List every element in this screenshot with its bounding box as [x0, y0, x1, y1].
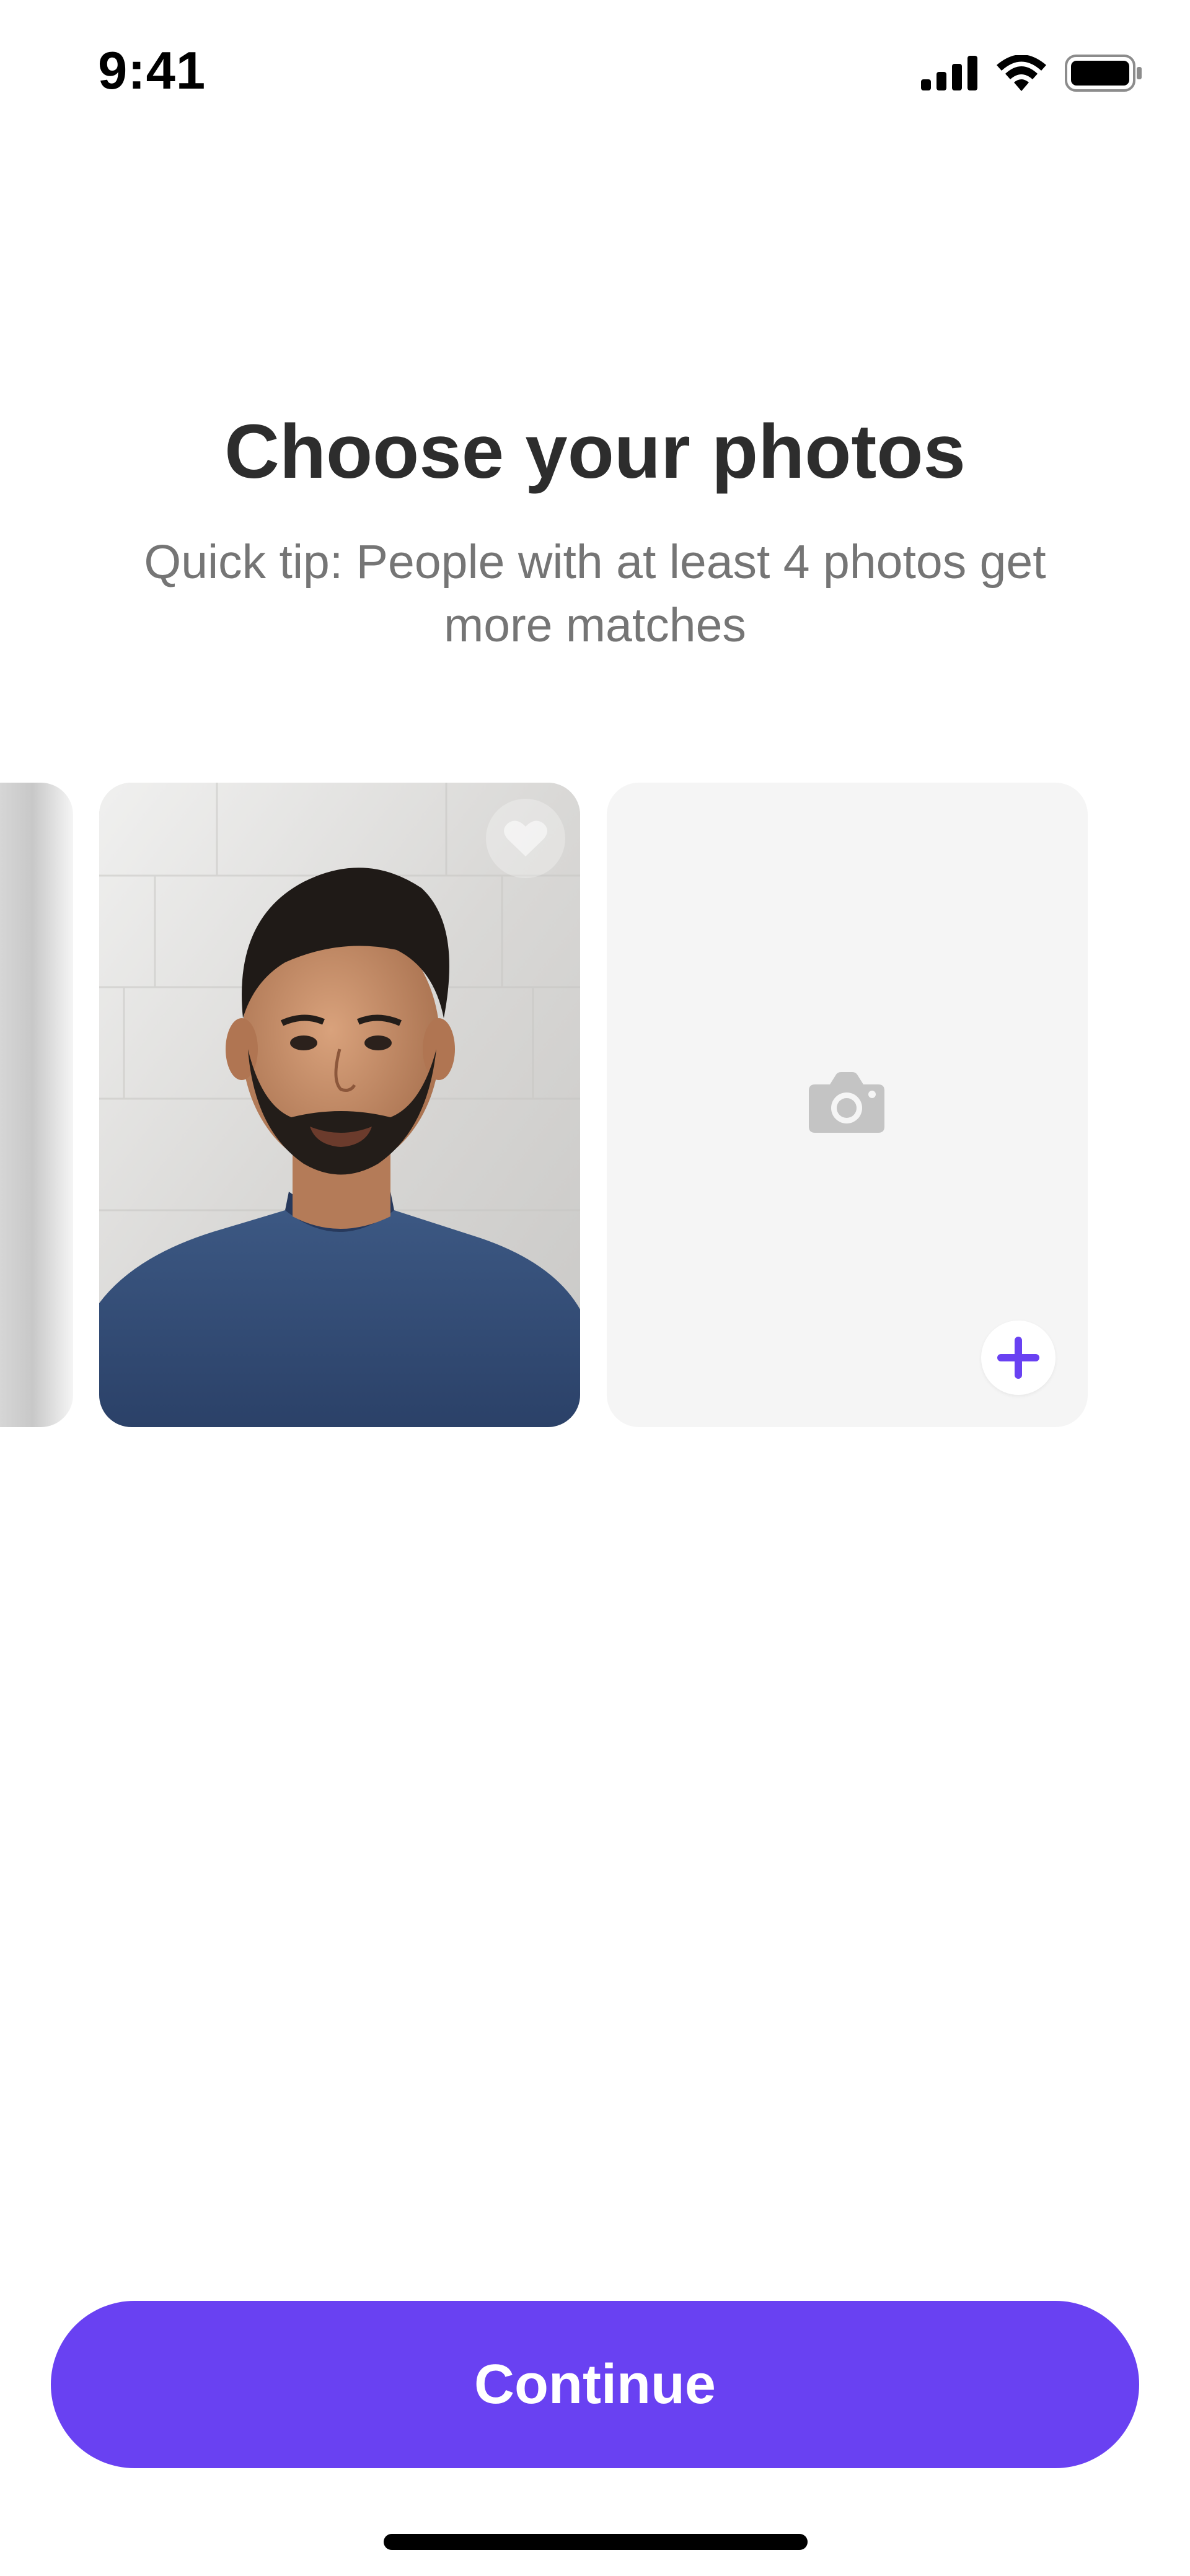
heart-badge-icon [486, 799, 565, 878]
cellular-signal-icon [921, 56, 977, 90]
header: Choose your photos Quick tip: People wit… [0, 397, 1190, 657]
status-icons [921, 51, 1143, 95]
camera-icon [809, 1072, 884, 1133]
home-indicator [384, 2534, 808, 2550]
photo-carousel[interactable] [0, 783, 1190, 1427]
profile-photo-card[interactable] [99, 783, 580, 1427]
page-subtitle: Quick tip: People with at least 4 photos… [144, 535, 1046, 652]
plus-icon [997, 1337, 1039, 1379]
continue-button[interactable]: Continue [51, 2301, 1139, 2468]
status-bar: 9:41 [0, 0, 1190, 146]
status-time: 9:41 [98, 42, 206, 100]
add-photo-button[interactable] [981, 1321, 1056, 1395]
empty-photo-slot[interactable] [607, 783, 1088, 1427]
wifi-icon [997, 55, 1046, 91]
page-title: Choose your photos [224, 410, 966, 495]
previous-photo-card[interactable] [0, 783, 73, 1427]
profile-photo [99, 783, 580, 1427]
battery-icon [1065, 55, 1142, 92]
